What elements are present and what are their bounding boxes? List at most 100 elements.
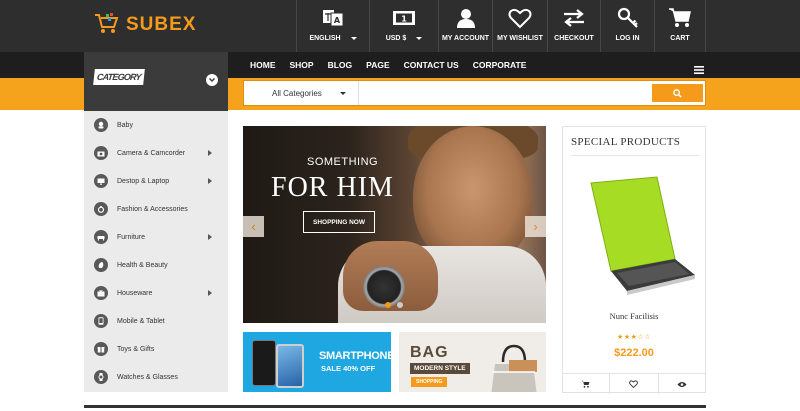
chevron-right-icon xyxy=(208,178,212,184)
product-price: $222.00 xyxy=(614,347,654,359)
slider-next-button[interactable]: › xyxy=(525,216,546,237)
tv-icon xyxy=(94,286,108,300)
category-item-watches-glasses[interactable]: Watches & Glasses xyxy=(84,363,228,391)
search-icon xyxy=(673,88,682,98)
category-label: Health & Beauty xyxy=(117,261,168,269)
footer-divider xyxy=(84,405,706,408)
heart-icon xyxy=(629,380,639,388)
main-nav: HOME SHOP BLOG PAGE CONTACT US CORPORATE xyxy=(250,52,540,78)
quick-view-button[interactable] xyxy=(659,374,706,394)
chevron-right-icon xyxy=(208,150,212,156)
product-name[interactable]: Nunc Facilisis xyxy=(563,311,705,321)
svg-text:A: A xyxy=(334,16,341,25)
category-label: Destop & Laptop xyxy=(117,177,170,185)
smartphone-banner[interactable]: SMARTPHONE SALE 40% OFF xyxy=(243,332,391,392)
special-products-panel: SPECIAL PRODUCTS Nunc Facilisis ★★★☆☆ $2… xyxy=(562,126,706,394)
sofa-icon xyxy=(94,230,108,244)
gift-icon xyxy=(94,342,108,356)
category-heading-text: CATEGORY xyxy=(93,69,145,85)
category-item-toys-gifts[interactable]: Toys & Gifts xyxy=(84,335,228,363)
my-wishlist-link[interactable]: MY WISHLIST xyxy=(492,0,547,52)
search-category-select[interactable]: All Categories xyxy=(244,81,359,105)
nav-page[interactable]: PAGE xyxy=(366,60,389,70)
category-item-camera[interactable]: Camera & Camcorder xyxy=(84,139,228,167)
hero-slider: SOMETHING FOR HIM SHOPPING NOW ‹ › xyxy=(243,126,546,323)
login-link[interactable]: LOG IN xyxy=(600,0,654,52)
add-to-cart-button[interactable] xyxy=(562,374,611,394)
brand-logo[interactable]: SUBEX xyxy=(94,10,196,40)
banner-title: BAG xyxy=(410,344,449,361)
search-input[interactable] xyxy=(360,81,650,105)
nav-home[interactable]: HOME xyxy=(250,60,276,70)
svg-text:1: 1 xyxy=(401,15,407,24)
language-selector[interactable]: A ENGLISH xyxy=(296,0,369,52)
baby-icon xyxy=(94,118,108,132)
slider-dot[interactable] xyxy=(385,302,391,308)
chevron-down-icon xyxy=(339,91,346,95)
category-label: Houseware xyxy=(117,289,153,297)
search-button[interactable] xyxy=(652,84,703,102)
nav-blog[interactable]: BLOG xyxy=(328,60,353,70)
language-label: ENGLISH xyxy=(309,35,341,42)
category-item-health-beauty[interactable]: Health & Beauty xyxy=(84,251,228,279)
star-filled-icon: ★ xyxy=(623,334,631,341)
category-label: Toys & Gifts xyxy=(117,345,155,353)
slider-dot[interactable] xyxy=(397,302,403,308)
slider-dots xyxy=(385,302,403,308)
hamburger-menu-icon[interactable] xyxy=(694,61,704,79)
banner-shopping-button[interactable]: SHOPPING xyxy=(411,377,448,387)
my-wishlist-label: MY WISHLIST xyxy=(497,35,543,42)
cart-label: CART xyxy=(670,35,690,42)
banner-title: SMARTPHONE xyxy=(319,350,391,362)
star-empty-icon: ☆ xyxy=(644,334,651,341)
banner-subtitle: SALE 40% OFF xyxy=(321,364,376,373)
hero-image-face xyxy=(413,126,533,266)
category-item-baby[interactable]: Baby xyxy=(84,111,228,139)
category-item-houseware[interactable]: Houseware xyxy=(84,279,228,307)
category-heading: CATEGORY xyxy=(93,67,145,85)
cart-link[interactable]: CART xyxy=(654,0,706,52)
category-item-mobile-tablet[interactable]: Mobile & Tablet xyxy=(84,307,228,335)
category-menu-header[interactable]: CATEGORY xyxy=(84,52,228,111)
slider-prev-button[interactable]: ‹ xyxy=(243,216,264,237)
slide-subtitle: SOMETHING xyxy=(307,156,379,168)
chevron-right-icon xyxy=(208,234,212,240)
monitor-icon xyxy=(94,174,108,188)
category-toggle-icon[interactable] xyxy=(206,74,218,86)
nav-shop[interactable]: SHOP xyxy=(290,60,314,70)
chevron-right-icon xyxy=(208,290,212,296)
special-products-title: SPECIAL PRODUCTS xyxy=(571,136,681,148)
category-label: Mobile & Tablet xyxy=(117,317,165,325)
add-to-wishlist-button[interactable] xyxy=(610,374,659,394)
key-icon xyxy=(617,6,639,30)
ring-icon xyxy=(94,202,108,216)
cart-icon xyxy=(581,380,590,388)
category-sidebar: Baby Camera & Camcorder Destop & Laptop … xyxy=(84,111,228,392)
category-label: Watches & Glasses xyxy=(117,373,178,381)
exchange-arrows-icon xyxy=(562,6,586,30)
product-image[interactable] xyxy=(571,175,701,295)
chevron-down-icon xyxy=(350,37,357,40)
bag-banner[interactable]: BAG MODERN STYLE SHOPPING xyxy=(399,332,546,392)
user-icon xyxy=(455,6,477,30)
cart-logo-icon xyxy=(94,12,120,39)
nav-contact-us[interactable]: CONTACT US xyxy=(404,60,459,70)
my-account-link[interactable]: MY ACCOUNT xyxy=(438,0,492,52)
category-item-desktop-laptop[interactable]: Destop & Laptop xyxy=(84,167,228,195)
chevron-down-icon xyxy=(416,37,423,40)
cart-icon xyxy=(668,6,692,30)
checkout-label: CHECKOUT xyxy=(554,35,594,42)
camera-icon xyxy=(94,146,108,160)
mobile-icon xyxy=(94,314,108,328)
checkout-link[interactable]: CHECKOUT xyxy=(547,0,600,52)
shopping-now-button[interactable]: SHOPPING NOW xyxy=(303,211,375,233)
product-rating: ★★★☆☆ xyxy=(563,333,705,341)
category-item-fashion[interactable]: Fashion & Accessories xyxy=(84,195,228,223)
nav-corporate[interactable]: CORPORATE xyxy=(473,60,527,70)
slide-title: FOR HIM xyxy=(271,172,394,203)
category-item-furniture[interactable]: Furniture xyxy=(84,223,228,251)
login-label: LOG IN xyxy=(615,35,640,42)
translate-icon: A xyxy=(322,6,344,30)
currency-selector[interactable]: 1 USD $ xyxy=(369,0,438,52)
phone-image xyxy=(252,340,276,386)
